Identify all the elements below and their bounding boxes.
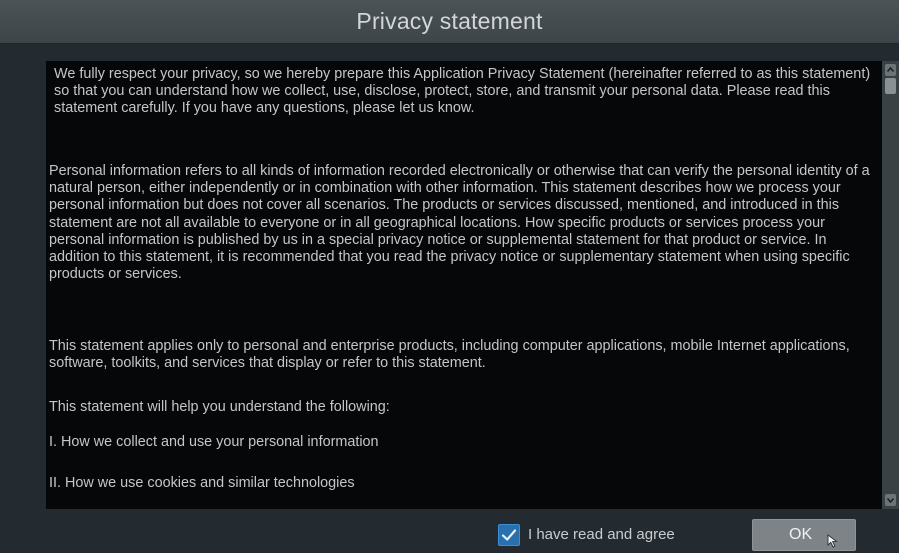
mouse-pointer-icon bbox=[827, 529, 839, 553]
dialog-footer: I have read and agree OK bbox=[0, 509, 899, 553]
statement-paragraph-3: This statement applies only to personal … bbox=[49, 338, 850, 372]
statement-paragraph-5: I. How we collect and use your personal … bbox=[49, 434, 379, 450]
scrollbar-thumb[interactable] bbox=[885, 78, 896, 94]
ok-button-label: OK bbox=[789, 526, 813, 543]
privacy-statement-dialog: Privacy statement We fully respect your … bbox=[0, 0, 899, 553]
statement-paragraph-4: This statement will help you understand … bbox=[49, 399, 390, 415]
statement-paragraph-2: Personal information refers to all kinds… bbox=[49, 163, 870, 283]
statement-paragraph-6: II. How we use cookies and similar techn… bbox=[49, 475, 355, 491]
statement-paragraph-1: We fully respect your privacy, so we her… bbox=[54, 66, 871, 117]
statement-content-pane[interactable]: We fully respect your privacy, so we her… bbox=[46, 61, 882, 509]
agree-checkbox[interactable] bbox=[498, 524, 520, 546]
chevron-down-icon[interactable] bbox=[885, 494, 896, 506]
dialog-title-bar: Privacy statement bbox=[0, 0, 899, 44]
chevron-up-icon[interactable] bbox=[885, 64, 896, 76]
statement-text: We fully respect your privacy, so we her… bbox=[46, 61, 876, 509]
ok-button[interactable]: OK bbox=[752, 519, 856, 551]
dialog-title: Privacy statement bbox=[356, 8, 543, 34]
checkmark-icon bbox=[501, 529, 517, 541]
agree-label[interactable]: I have read and agree bbox=[528, 526, 675, 543]
vertical-scrollbar[interactable] bbox=[882, 61, 899, 509]
